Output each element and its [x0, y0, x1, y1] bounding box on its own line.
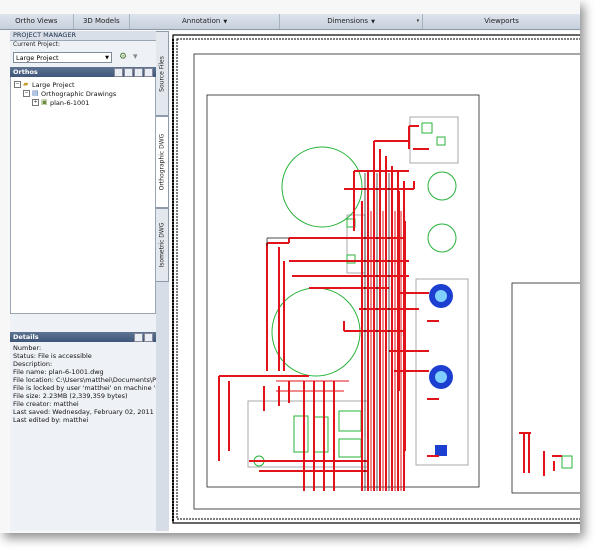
ribbon-annotation[interactable]: Annotation ▼	[130, 14, 281, 29]
details-description: Description:	[13, 360, 53, 368]
tab-source-files[interactable]: Source Files	[156, 31, 169, 116]
details-panel: Number: Status: File is accessible Descr…	[10, 342, 156, 426]
chevron-down-icon: ▼	[223, 19, 228, 25]
current-project-label: Current Project:	[13, 41, 60, 48]
chevron-down-icon: ▼	[371, 19, 375, 25]
details-status: Status: File is accessible	[13, 352, 92, 360]
ribbon-ortho-views-label: Ortho Views	[15, 17, 58, 25]
green-vessels	[253, 122, 573, 469]
new-drawing-icon[interactable]	[124, 68, 133, 77]
details-lock-status: File is locked by user 'matthei' on mach…	[13, 384, 156, 392]
current-project-select[interactable]: Large Project ▼	[13, 51, 112, 63]
current-project-value: Large Project	[16, 53, 59, 62]
chevron-down-icon: ▼	[105, 54, 109, 61]
ribbon-ortho-views[interactable]: Ortho Views	[0, 14, 74, 29]
ribbon-3d-models[interactable]: 3D Models	[74, 14, 131, 29]
tree-node-large-project-label: Large Project	[32, 80, 75, 89]
drawing-icon: ▣	[41, 98, 48, 106]
collapse-icon[interactable]: −	[14, 81, 21, 88]
project-settings-icon[interactable]: ⚙	[119, 52, 131, 63]
project-options-icon[interactable]: ▾	[133, 52, 145, 63]
details-file-location: File location: C:\Users\matthei\Document…	[13, 376, 156, 384]
tab-isometric-dwg-label: Isometric DWG	[158, 222, 166, 268]
project-manager-title: PROJECT MANAGER	[10, 31, 156, 41]
project-icon: ▰	[23, 80, 29, 88]
details-number: Number:	[13, 344, 42, 352]
ribbon-dimensions[interactable]: Dimensions ▼ ▾	[280, 14, 424, 29]
details-file-creator: File creator: matthei	[13, 400, 79, 408]
tree-node-large-project[interactable]: − ▰ Large Project	[14, 80, 75, 89]
tree-node-orthographic-drawings-label: Orthographic Drawings	[41, 89, 117, 98]
details-preview-icon[interactable]	[144, 333, 153, 342]
ribbon-annotation-label: Annotation	[181, 17, 221, 25]
orthos-tree: − ▰ Large Project − ▤ Orthographic Drawi…	[10, 77, 156, 314]
blue-equipment	[429, 284, 453, 456]
details-view-icon[interactable]	[134, 333, 143, 342]
ribbon-viewports-label: Viewports	[484, 17, 519, 25]
tree-node-plan-6-1001-label: plan-6-1001	[50, 98, 90, 107]
app-window: Ortho Views 3D Models Annotation ▼ Dimens…	[0, 0, 580, 533]
palette-vertical-tabs: Source Files Orthographic DWG Isometric …	[156, 31, 169, 531]
expand-icon[interactable]: +	[32, 99, 39, 106]
cad-drawing	[172, 34, 580, 524]
details-header: Details	[10, 332, 156, 342]
tab-orthographic-dwg-label: Orthographic DWG	[158, 133, 166, 191]
details-file-size: File size: 2.23MB (2,339,359 bytes)	[13, 392, 128, 400]
tree-node-plan-6-1001[interactable]: + ▣ plan-6-1001	[32, 98, 89, 107]
tab-orthographic-dwg[interactable]: Orthographic DWG	[156, 116, 169, 208]
details-file-name: File name: plan-6-1001.dwg	[13, 368, 104, 376]
details-last-saved: Last saved: Wednesday, February 02, 2011…	[13, 408, 156, 416]
details-header-title: Details	[13, 333, 39, 341]
ribbon-dimensions-label: Dimensions	[327, 17, 369, 25]
tree-node-orthographic-drawings[interactable]: − ▤ Orthographic Drawings	[23, 89, 116, 98]
tab-isometric-dwg[interactable]: Isometric DWG	[156, 208, 169, 282]
details-last-edited: Last edited by: matthei	[13, 416, 89, 424]
sheet-outer-border	[172, 34, 580, 524]
drawing-canvas[interactable]	[169, 31, 580, 533]
orthos-header-title: Orthos	[13, 68, 38, 76]
new-view-icon[interactable]	[114, 68, 123, 77]
ribbon-viewports[interactable]: Viewports	[423, 14, 580, 29]
red-piping	[218, 125, 562, 491]
ribbon-panel-bar: Ortho Views 3D Models Annotation ▼ Dimens…	[0, 14, 580, 30]
orthos-header: Orthos	[10, 67, 156, 77]
folder-icon: ▤	[32, 89, 39, 97]
collapse-icon[interactable]: −	[23, 90, 30, 97]
ribbon-3d-models-label: 3D Models	[82, 17, 120, 25]
copy-icon[interactable]	[134, 68, 143, 77]
refresh-icon[interactable]	[144, 68, 153, 77]
viewport-secondary	[511, 282, 580, 494]
project-manager-palette: PROJECT MANAGER Current Project: Large P…	[10, 31, 157, 531]
panel-expand-icon[interactable]: ▾	[417, 14, 420, 29]
tab-source-files-label: Source Files	[158, 55, 166, 92]
sheet-inner-border	[176, 38, 580, 520]
